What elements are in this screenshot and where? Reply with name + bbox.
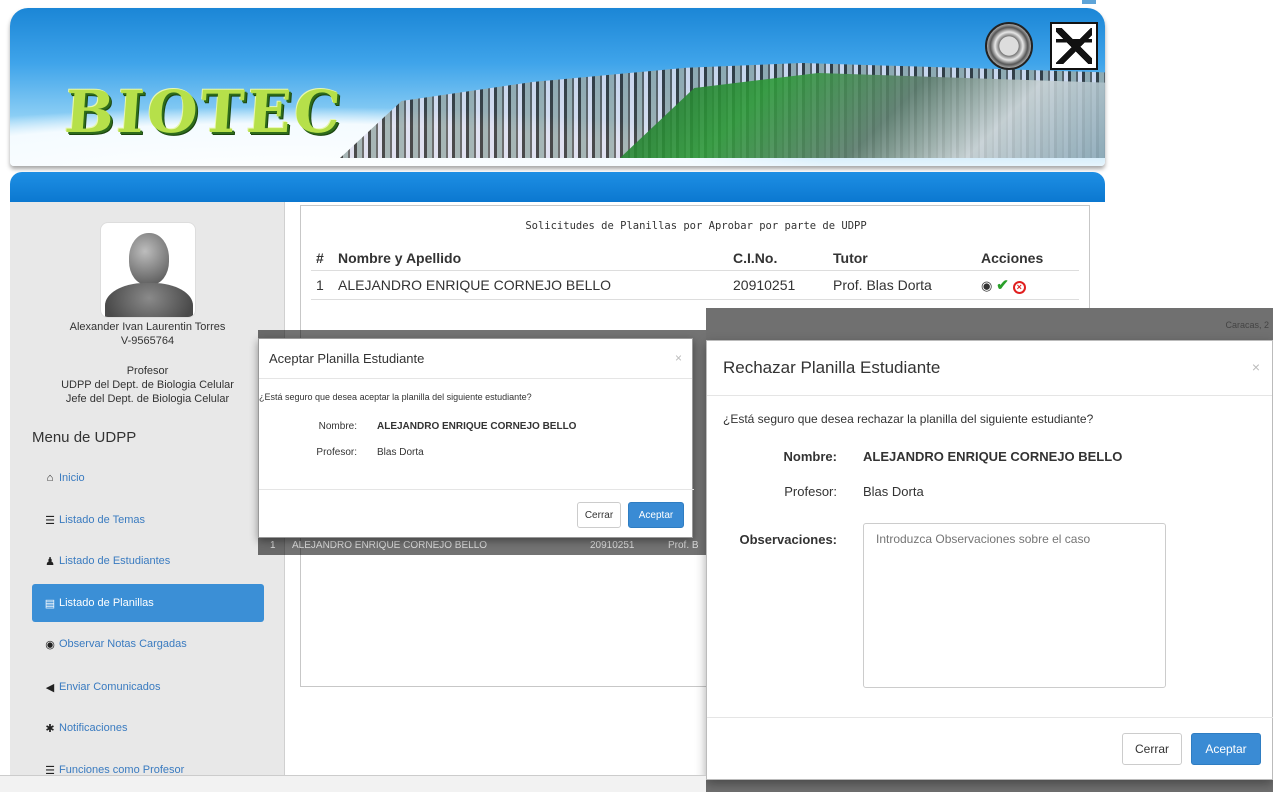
column-header: Tutor [828, 246, 976, 271]
sidebar-item-label: Enviar Comunicados [59, 681, 161, 693]
home-icon: ⌂ [46, 472, 54, 484]
profile-position-1: UDPP del Dept. de Biologia Celular [61, 379, 234, 391]
sidebar-item-label: Inicio [59, 472, 85, 484]
menu-title: Menu de UDPP [32, 429, 137, 446]
sidebar-item-label: Listado de Estudiantes [59, 555, 171, 567]
top-navbar [10, 172, 1105, 202]
bottom-scrollbar-strip [0, 775, 706, 792]
close-icon[interactable]: × [1252, 359, 1260, 375]
header-banner: BIOTEC [10, 8, 1105, 166]
row-tutor: Prof. Blas Dorta [828, 270, 976, 300]
avatar-head [129, 233, 169, 285]
table-header-row: # Nombre y Apellido C.I.No. Tutor Accion… [311, 246, 1079, 271]
row-number: 1 [311, 270, 333, 300]
reject-modal-title: Rechazar Planilla Estudiante [707, 341, 1272, 396]
panel-title: Solicitudes de Planillas por Aprobar por… [525, 220, 867, 232]
observaciones-label: Observaciones: [739, 532, 837, 547]
corner-mark [1082, 0, 1096, 4]
cerrar-button[interactable]: Cerrar [577, 502, 621, 528]
table-row: 1 ALEJANDRO ENRIQUE CORNEJO BELLO 209102… [311, 270, 1079, 300]
accept-modal: Aceptar Planilla Estudiante × ¿Está segu… [258, 338, 694, 539]
column-header: # [311, 246, 333, 271]
avatar-body [105, 283, 193, 317]
row-name: ALEJANDRO ENRIQUE CORNEJO BELLO [333, 270, 728, 300]
accept-modal-footer: Cerrar Aceptar [259, 489, 694, 539]
sidebar-item-notas[interactable]: ◉ Observar Notas Cargadas [32, 625, 264, 663]
reject-modal-footer: Cerrar Aceptar [707, 717, 1273, 781]
row-actions: ◉ ✔ × [976, 270, 1079, 300]
sidebar: Alexander Ivan Laurentin Torres V-956576… [10, 202, 285, 792]
reject-name-label: Nombre: [783, 449, 837, 464]
column-header: C.I.No. [728, 246, 828, 271]
bullhorn-icon: ◀ [45, 681, 55, 694]
sidebar-item-label: Observar Notas Cargadas [59, 638, 187, 650]
user-icon: ♟ [45, 555, 55, 568]
sidebar-item-planillas[interactable]: ▤ Listado de Planillas [32, 584, 264, 622]
biotec-logo: BIOTEC [62, 78, 346, 146]
accept-prof-value: Blas Dorta [377, 447, 424, 458]
reject-circle-icon[interactable]: × [1012, 281, 1026, 294]
table-icon: ▤ [44, 597, 56, 610]
list-icon: ☰ [45, 514, 55, 527]
sidebar-item-inicio[interactable]: ⌂ Inicio [32, 459, 264, 497]
sidebar-item-temas[interactable]: ☰ Listado de Temas [32, 501, 264, 539]
column-header: Acciones [976, 246, 1079, 271]
sidebar-item-label: Notificaciones [59, 722, 128, 734]
accept-name-label: Nombre: [318, 421, 357, 432]
accept-modal-title: Aceptar Planilla Estudiante [259, 339, 692, 379]
view-eye-icon[interactable]: ◉ [981, 278, 992, 293]
profile-id: V-9565764 [120, 335, 175, 347]
accept-name-value: ALEJANDRO ENRIQUE CORNEJO BELLO [377, 421, 577, 432]
aceptar-button[interactable]: Aceptar [1191, 733, 1261, 765]
background-table-row: 1 ALEJANDRO ENRIQUE CORNEJO BELLO 209102… [270, 540, 710, 554]
observaciones-textarea[interactable] [863, 523, 1166, 688]
close-icon[interactable]: × [675, 351, 682, 365]
approve-check-icon[interactable]: ✔ [996, 277, 1009, 294]
accept-prof-label: Profesor: [316, 447, 357, 458]
sidebar-item-notificaciones[interactable]: ✱ Notificaciones [32, 709, 264, 747]
reject-modal: Rechazar Planilla Estudiante × ¿Está seg… [706, 340, 1273, 780]
requests-table: # Nombre y Apellido C.I.No. Tutor Accion… [311, 246, 1079, 300]
sidebar-item-label: Listado de Temas [59, 514, 146, 526]
university-seal-icon [985, 22, 1033, 70]
reject-prof-label: Profesor: [784, 484, 837, 499]
bg-row-ci: 20910251 [590, 540, 635, 551]
sidebar-item-label: Listado de Planillas [59, 597, 154, 609]
bg-row-number: 1 [270, 540, 276, 551]
reject-question: ¿Está seguro que desea rechazar la plani… [723, 412, 1094, 426]
eye-icon: ◉ [45, 638, 55, 651]
map-logo-icon [1050, 22, 1098, 70]
aceptar-button[interactable]: Aceptar [628, 502, 684, 528]
bg-row-tutor: Prof. B [668, 540, 699, 551]
profile-name: Alexander Ivan Laurentin Torres [69, 321, 226, 333]
column-header: Nombre y Apellido [333, 246, 728, 271]
asterisk-icon: ✱ [45, 722, 55, 735]
sidebar-item-estudiantes[interactable]: ♟ Listado de Estudiantes [32, 542, 264, 580]
row-ci: 20910251 [728, 270, 828, 300]
avatar [100, 222, 196, 318]
cerrar-button[interactable]: Cerrar [1122, 733, 1182, 765]
bg-row-name: ALEJANDRO ENRIQUE CORNEJO BELLO [292, 540, 488, 551]
reject-prof-value: Blas Dorta [863, 484, 924, 499]
profile-role: Profesor [126, 365, 169, 377]
accept-question: ¿Está seguro que desea aceptar la planil… [259, 392, 532, 402]
reject-name-value: ALEJANDRO ENRIQUE CORNEJO BELLO [863, 449, 1123, 464]
profile-position-2: Jefe del Dept. de Biologia Celular [65, 393, 230, 405]
sidebar-item-comunicados[interactable]: ◀ Enviar Comunicados [32, 668, 264, 706]
background-location-text: Caracas, 2 [1225, 320, 1269, 330]
